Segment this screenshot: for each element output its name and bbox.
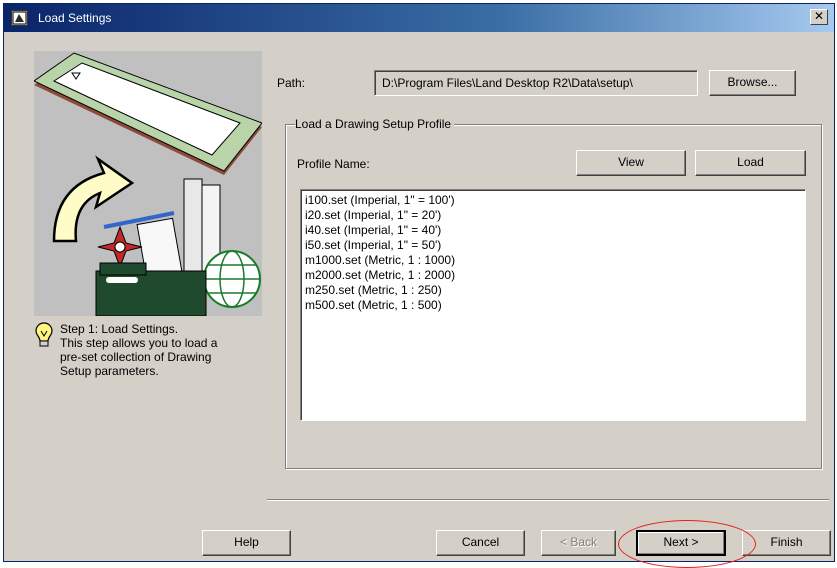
finish-button[interactable]: Finish	[742, 530, 831, 556]
list-item[interactable]: i20.set (Imperial, 1" = 20')	[305, 208, 805, 223]
cancel-button[interactable]: Cancel	[436, 530, 525, 556]
step-title: Step 1: Load Settings.	[60, 322, 179, 336]
next-button[interactable]: Next >	[636, 530, 726, 556]
list-item[interactable]: i40.set (Imperial, 1" = 40')	[305, 223, 805, 238]
list-item[interactable]: m1000.set (Metric, 1 : 1000)	[305, 253, 805, 268]
path-label: Path:	[277, 76, 306, 90]
groupbox-title: Load a Drawing Setup Profile	[295, 117, 455, 131]
help-button[interactable]: Help	[202, 530, 291, 556]
step-text-line: pre-set collection of Drawing	[60, 350, 212, 364]
step-description: Step 1: Load Settings. This step allows …	[60, 322, 260, 378]
list-item[interactable]: m500.set (Metric, 1 : 500)	[305, 298, 805, 313]
window-title: Load Settings	[38, 11, 112, 25]
list-item[interactable]: i100.set (Imperial, 1" = 100')	[305, 193, 805, 208]
title-bar[interactable]: Load Settings ✕	[4, 4, 834, 32]
app-icon	[11, 10, 28, 26]
back-button[interactable]: < Back	[541, 530, 616, 556]
lightbulb-icon	[35, 322, 53, 348]
close-button[interactable]: ✕	[810, 9, 828, 25]
browse-button[interactable]: Browse...	[709, 70, 796, 96]
load-button[interactable]: Load	[695, 150, 806, 176]
footer-separator	[267, 499, 829, 501]
step-text-line: This step allows you to load a	[60, 336, 218, 350]
step-text-line: Setup parameters.	[60, 364, 159, 378]
profile-name-label: Profile Name:	[297, 157, 370, 171]
profile-listbox[interactable]: i100.set (Imperial, 1" = 100') i20.set (…	[300, 189, 806, 421]
view-button[interactable]: View	[576, 150, 686, 176]
path-field: D:\Program Files\Land Desktop R2\Data\se…	[374, 70, 698, 96]
list-item[interactable]: m250.set (Metric, 1 : 250)	[305, 283, 805, 298]
list-item[interactable]: m2000.set (Metric, 1 : 2000)	[305, 268, 805, 283]
wizard-illustration	[33, 51, 263, 317]
load-settings-dialog: Load Settings ✕ Step 1: Load Settings. T…	[3, 3, 835, 568]
close-icon: ✕	[813, 9, 825, 23]
list-item[interactable]: i50.set (Imperial, 1" = 50')	[305, 238, 805, 253]
